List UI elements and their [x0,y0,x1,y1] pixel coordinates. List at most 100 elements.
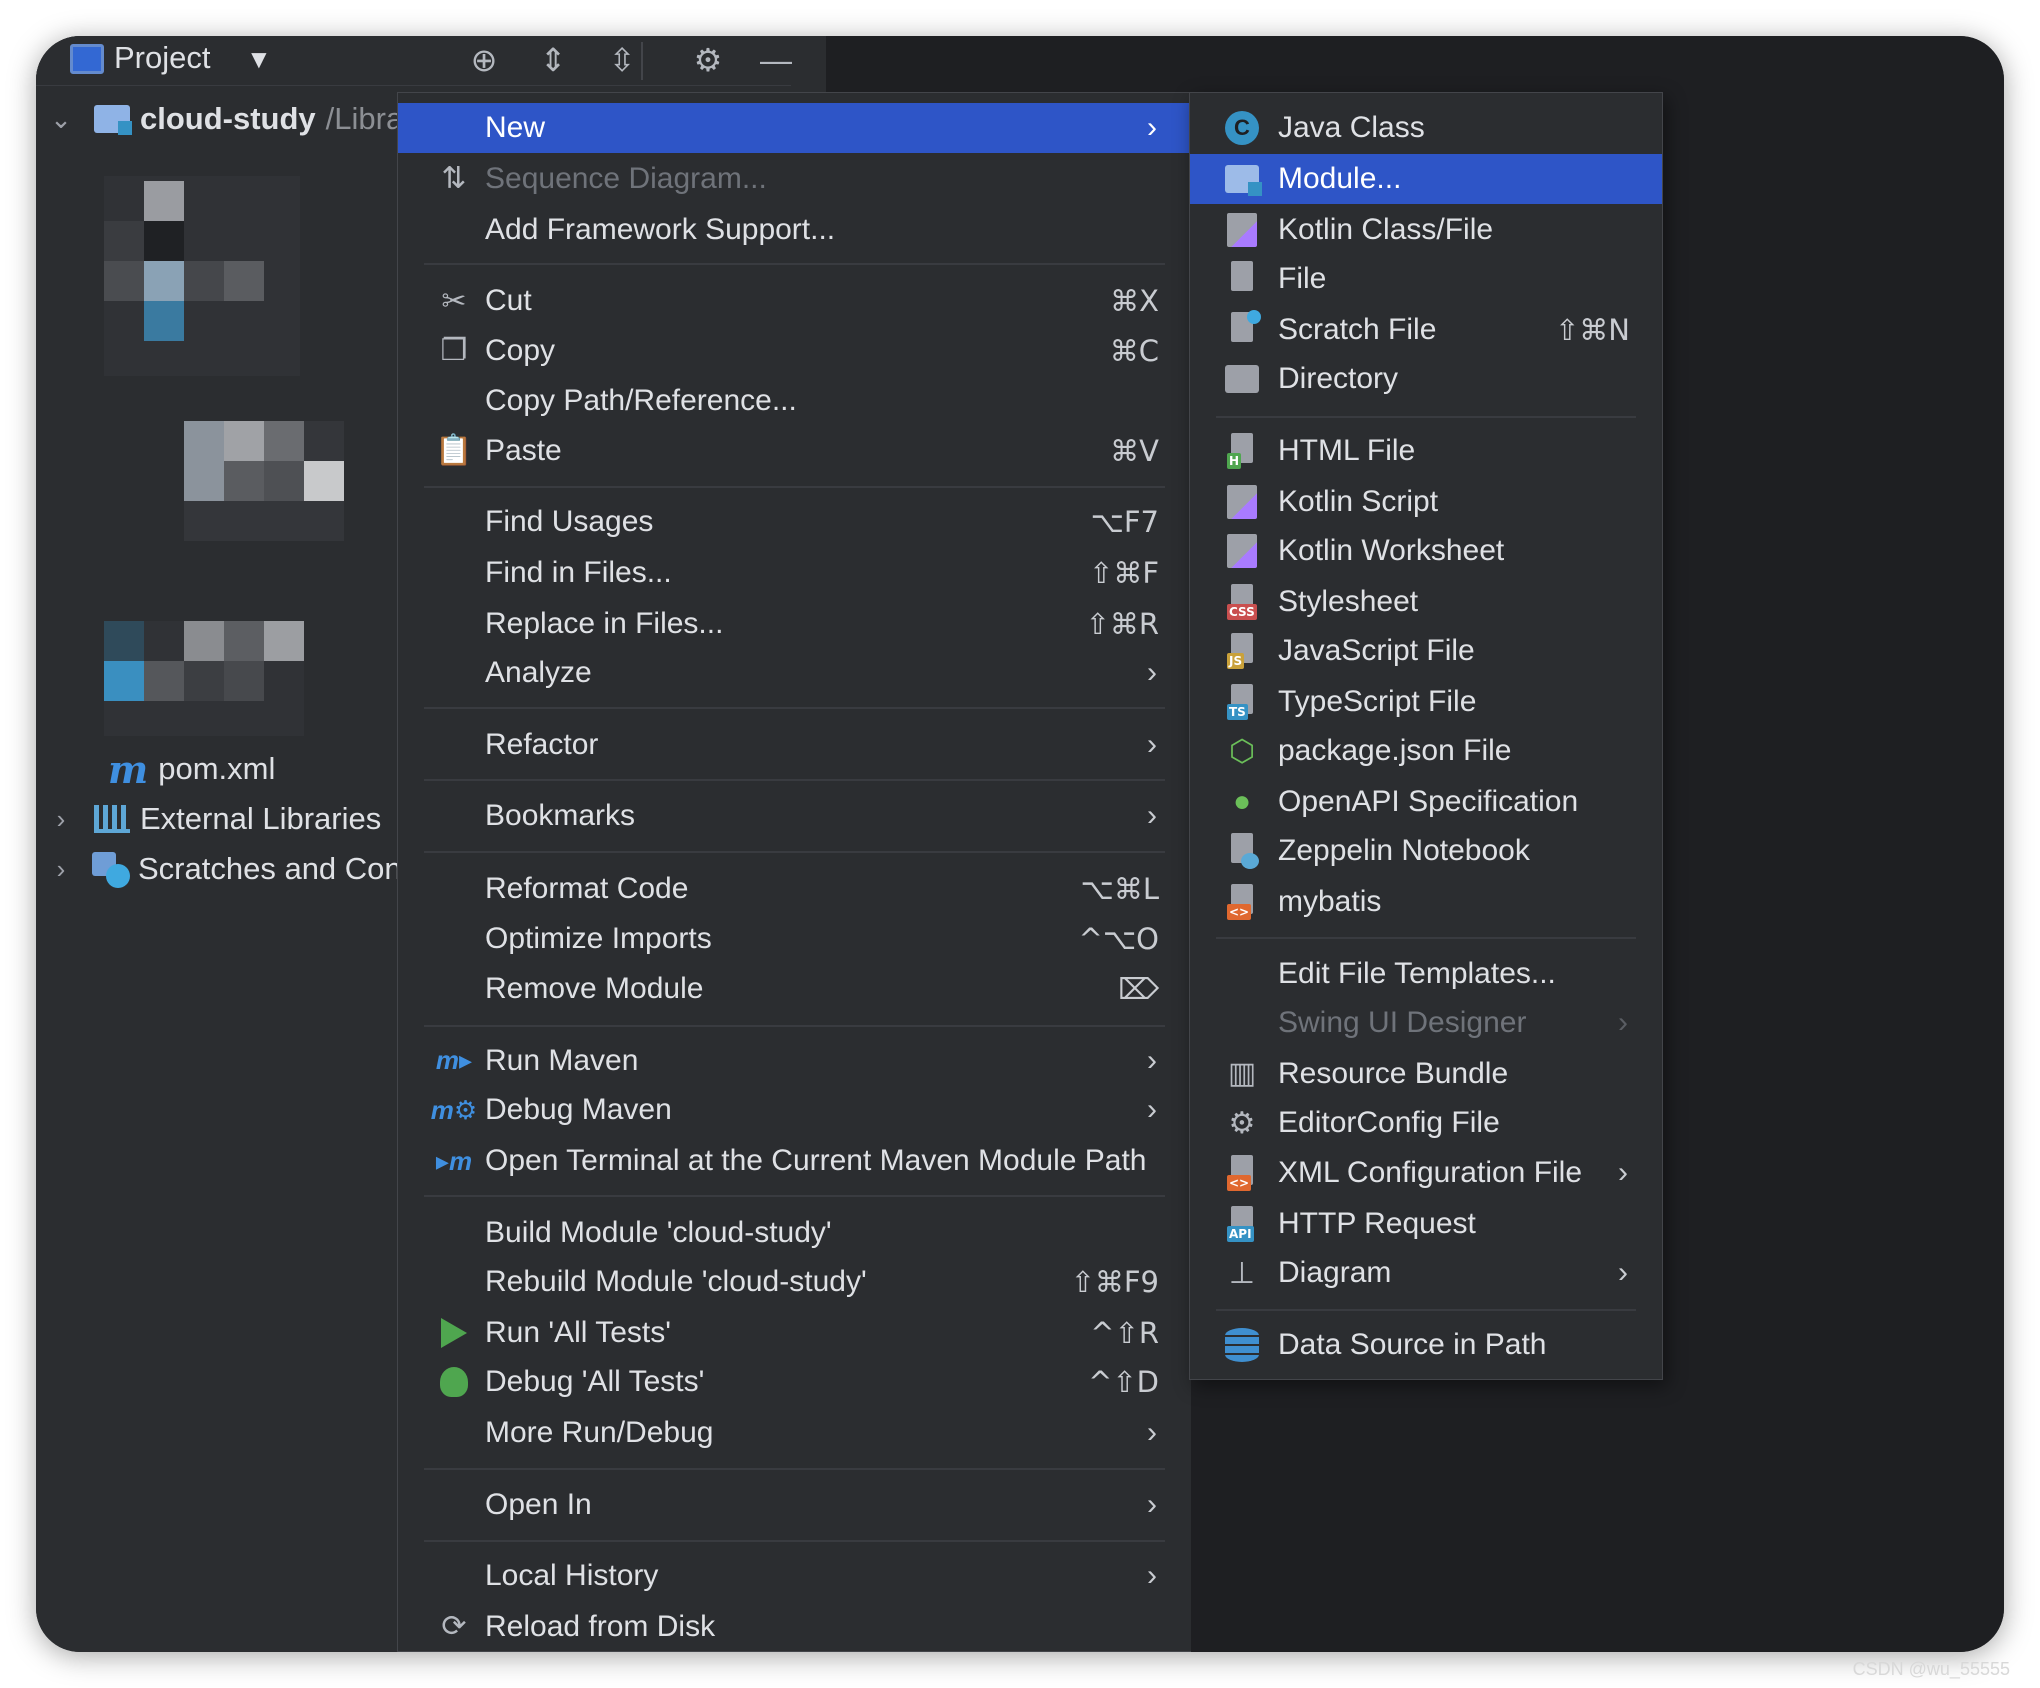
menu-item-label: Rebuild Module 'cloud-study' [485,1265,867,1299]
menu-item-stylesheet[interactable]: CSS Stylesheet [1190,577,1662,627]
menu-item-xml-configuration-file[interactable]: <> XML Configuration File › [1190,1148,1662,1198]
menu-item-copy[interactable]: ❐ Copy ⌘C [398,326,1191,376]
menu-item-find-usages[interactable]: Find Usages ⌥F7 [398,497,1191,547]
menu-item-label: HTTP Request [1278,1206,1476,1240]
menu-item-label: Add Framework Support... [485,212,836,246]
dropdown-caret-icon[interactable]: ▼ [246,44,272,75]
menu-item-html-file[interactable]: H HTML File [1190,426,1662,476]
sequence-diagram-icon: ⇅ [441,162,467,196]
nodejs-icon: ⬡ [1228,734,1256,768]
menu-item-edit-file-templates[interactable]: Edit File Templates... [1190,949,1662,999]
menu-item-run-maven[interactable]: m▸ Run Maven › [398,1036,1191,1086]
menu-item-new[interactable]: New › [398,103,1191,154]
locate-icon[interactable]: ⊕ [462,38,506,82]
menu-item-java-class[interactable]: C Java Class [1190,103,1662,153]
menu-item-module[interactable]: Module... [1190,153,1662,204]
menu-item-refactor[interactable]: Refactor › [398,720,1191,770]
menu-item-openapi-specification[interactable]: ● OpenAPI Specification [1190,777,1662,827]
expand-all-icon[interactable]: ⇕ [531,38,575,82]
menu-item-label: Data Source in Path [1278,1327,1547,1361]
pom-label: pom.xml [158,751,276,786]
menu-item-typescript-file[interactable]: TS TypeScript File [1190,677,1662,727]
menu-item-reload-from-disk[interactable]: ⟳ Reload from Disk [398,1602,1191,1652]
maven-icon: m [108,746,149,792]
menu-item-resource-bundle[interactable]: ▥ Resource Bundle [1190,1049,1662,1099]
chevron-right-icon: › [1618,1155,1628,1189]
menu-item-scratch-file[interactable]: Scratch File ⇧⌘N [1190,305,1662,355]
root-module-path: /Libra [325,101,404,136]
menu-item-javascript-file[interactable]: JS JavaScript File [1190,626,1662,676]
menu-separator [424,263,1165,266]
menu-item-http-request[interactable]: API HTTP Request [1190,1199,1662,1249]
menu-item-open-terminal-at-the-current-maven-module-path[interactable]: ▸m Open Terminal at the Current Maven Mod… [398,1136,1191,1186]
menu-item-optimize-imports[interactable]: Optimize Imports ^⌥O [398,914,1191,964]
menu-item-label: Local History [485,1559,659,1593]
menu-item-bookmarks[interactable]: Bookmarks › [398,791,1191,841]
chevron-right-icon[interactable]: › [46,804,76,835]
menu-item-editorconfig-file[interactable]: ⚙ EditorConfig File [1190,1098,1662,1148]
menu-item-swing-ui-designer[interactable]: Swing UI Designer › [1190,998,1662,1048]
menu-separator [424,778,1165,781]
copy-icon: ❐ [440,334,468,368]
menu-item-add-framework-support[interactable]: Add Framework Support... [398,205,1191,255]
menu-item-paste[interactable]: 📋 Paste ⌘V [398,426,1191,476]
chevron-right-icon: › [1147,1416,1157,1450]
menu-item-local-history[interactable]: Local History › [398,1551,1191,1601]
shortcut-text: ⇧⌘N [1555,312,1630,347]
menu-item-debug-maven[interactable]: m⚙ Debug Maven › [398,1085,1191,1135]
menu-item-debug-all-tests[interactable]: Debug 'All Tests' ^⇧D [398,1357,1191,1407]
menu-item-mybatis[interactable]: <> mybatis [1190,877,1662,927]
menu-item-kotlin-class-file[interactable]: Kotlin Class/File [1190,205,1662,255]
menu-item-analyze[interactable]: Analyze › [398,648,1191,698]
menu-item-run-all-tests[interactable]: Run 'All Tests' ^⇧R [398,1308,1191,1358]
chevron-right-icon: › [1147,799,1157,833]
menu-item-copy-path-reference[interactable]: Copy Path/Reference... [398,376,1191,426]
chevron-down-icon[interactable]: ⌄ [46,104,76,135]
chevron-right-icon: › [1618,1256,1628,1289]
java-class-icon: C [1222,108,1262,148]
menu-item-open-in[interactable]: Open In › [398,1480,1191,1530]
resource-bundle-icon: ▥ [1227,1057,1257,1091]
menu-item-diagram[interactable]: ⊥ Diagram › [1190,1248,1662,1298]
shortcut-text: ⌘V [1110,433,1159,468]
gear-icon[interactable]: ⚙ [686,38,730,82]
menu-item-find-in-files[interactable]: Find in Files... ⇧⌘F [398,548,1191,598]
toolbar-divider [641,42,643,80]
menu-item-replace-in-files[interactable]: Replace in Files... ⇧⌘R [398,599,1191,649]
typescript-file-icon: TS [1222,682,1262,722]
menu-item-data-source-in-path[interactable]: Data Source in Path [1190,1320,1662,1370]
stylesheet-icon: CSS [1222,582,1262,622]
menu-item-package-json-file[interactable]: ⬡ package.json File [1190,726,1662,776]
menu-item-label: Reformat Code [485,872,689,906]
menu-item-kotlin-script[interactable]: Kotlin Script [1190,477,1662,527]
libraries-icon [94,805,130,833]
menu-item-file[interactable]: File [1190,254,1662,304]
menu-item-remove-module[interactable]: Remove Module ⌦ [398,964,1191,1014]
project-toolbar: Project ▼ ⊕ ⇕ ⇳ ⚙ — [36,36,792,86]
menu-separator [1216,415,1636,418]
menu-item-label: Optimize Imports [485,921,712,955]
scratch-file-icon [1222,309,1262,350]
menu-item-label: Paste [485,433,562,467]
project-view-title[interactable]: Project [114,40,210,76]
menu-item-label: Java Class [1278,111,1425,145]
menu-item-reformat-code[interactable]: Reformat Code ⌥⌘L [398,864,1191,914]
menu-item-label: OpenAPI Specification [1278,785,1579,819]
menu-separator [1216,1309,1636,1312]
menu-item-kotlin-worksheet[interactable]: Kotlin Worksheet [1190,526,1662,576]
menu-item-more-run-debug[interactable]: More Run/Debug › [398,1408,1191,1458]
menu-item-cut[interactable]: ✂ Cut ⌘X [398,276,1191,326]
collapse-all-icon[interactable]: ⇳ [600,38,644,82]
menu-item-directory[interactable]: Directory [1190,354,1662,404]
database-icon [1222,1325,1262,1365]
shortcut-text: ⇧⌘R [1085,606,1159,641]
menu-item-sequence-diagram[interactable]: ⇅ Sequence Diagram... [398,154,1191,204]
menu-item-rebuild-module-cloud-study[interactable]: Rebuild Module 'cloud-study' ⇧⌘F9 [398,1257,1191,1307]
chevron-right-icon: › [1147,1043,1157,1077]
menu-item-build-module-cloud-study[interactable]: Build Module 'cloud-study' [398,1208,1191,1258]
menu-item-zeppelin-notebook[interactable]: Zeppelin Notebook [1190,826,1662,876]
scratches-label: Scratches and Con [138,851,402,886]
minimize-icon[interactable]: — [754,38,798,82]
chevron-right-icon[interactable]: › [46,854,76,885]
menu-item-label: Edit File Templates... [1278,956,1556,990]
